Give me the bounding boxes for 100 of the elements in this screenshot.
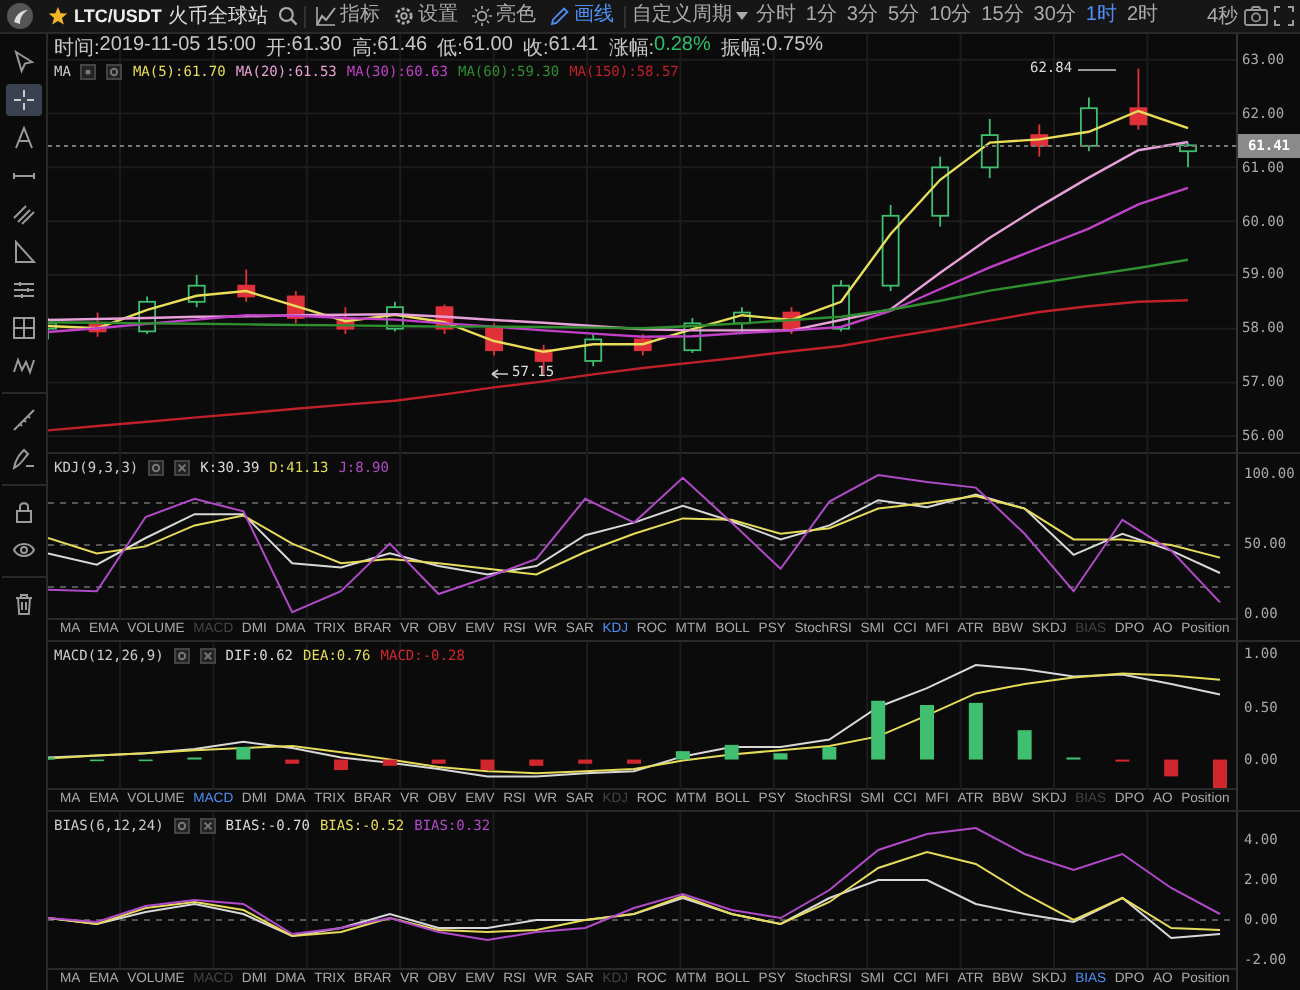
info-label: 低: <box>437 36 463 62</box>
candle <box>584 333 603 368</box>
info-value: 61.46 <box>377 34 428 60</box>
candle <box>782 306 801 335</box>
histogram-bar <box>480 759 495 771</box>
search-icon[interactable] <box>277 6 298 26</box>
exchange-name: 火币全球站 <box>167 3 268 30</box>
toolbar-button[interactable]: 设置 <box>389 6 462 26</box>
ruler-icon <box>11 408 35 432</box>
candle <box>733 306 751 335</box>
period-tab[interactable]: 1时 <box>1083 6 1119 26</box>
info-value: 0.75% <box>766 34 824 60</box>
period-tab[interactable]: 15分 <box>979 6 1026 26</box>
caret-icon <box>735 12 748 20</box>
candle <box>1129 67 1148 131</box>
trading-pair: LTC/USDT <box>74 6 162 26</box>
logo-icon <box>6 2 34 30</box>
toolbar-button[interactable]: 亮色 <box>467 6 540 26</box>
histogram-bar <box>920 705 934 760</box>
leader-line <box>1077 69 1117 71</box>
histogram-bar <box>724 744 739 760</box>
candle <box>633 333 652 357</box>
period-tab[interactable]: 30分 <box>1031 6 1078 26</box>
info-value: 61.30 <box>291 34 342 60</box>
candle <box>386 300 404 333</box>
pen-icon <box>11 446 35 470</box>
candle <box>237 268 256 303</box>
period-tab[interactable]: 分时 <box>753 6 798 26</box>
close-icon[interactable] <box>199 647 216 663</box>
candle <box>48 317 57 341</box>
parallel-lines-icon <box>11 202 35 226</box>
cursor-icon <box>11 50 35 74</box>
candle <box>88 311 107 338</box>
trash-icon <box>11 592 35 616</box>
period-tab[interactable]: 2时 <box>1124 6 1161 26</box>
crosshair-icon <box>11 88 35 112</box>
star-icon[interactable] <box>48 6 68 26</box>
info-value: 0.28% <box>654 34 711 60</box>
histogram-bar <box>431 759 446 764</box>
grid-icon <box>11 316 35 340</box>
histogram-bar <box>675 751 690 760</box>
toolbar-button[interactable]: 画线 <box>545 6 618 26</box>
histogram-bar <box>578 759 593 764</box>
candle <box>881 204 900 292</box>
candle <box>187 274 206 309</box>
histogram-bar <box>968 702 983 760</box>
histogram-bar <box>334 759 348 771</box>
text-tool-icon <box>11 126 35 150</box>
histogram-bar <box>529 759 544 766</box>
period-tab[interactable]: 3分 <box>844 6 880 26</box>
histogram-bar <box>285 759 300 764</box>
candle <box>336 306 355 335</box>
histogram-bar <box>871 700 886 760</box>
histogram-bar <box>1164 759 1179 777</box>
info-label: 涨幅: <box>608 37 655 62</box>
period-dropdown[interactable]: 自定义周期 <box>631 6 748 26</box>
info-label: 振幅: <box>720 36 767 62</box>
fullscreen-icon[interactable] <box>1274 6 1294 26</box>
candle <box>683 317 702 354</box>
lock-icon <box>11 500 35 524</box>
candle <box>931 155 950 228</box>
candle <box>286 290 305 325</box>
period-tab[interactable]: 10分 <box>927 6 974 26</box>
gear-icon <box>393 6 414 26</box>
camera-icon[interactable] <box>1244 6 1268 26</box>
candle <box>980 118 999 179</box>
info-value: 2019-11-05 15:00 <box>99 34 256 60</box>
histogram-bar <box>1017 730 1032 760</box>
histogram-bar <box>773 753 788 760</box>
histogram-bar <box>382 759 397 766</box>
wave-icon <box>11 354 35 378</box>
level-lines-icon <box>11 278 35 302</box>
settings-icon[interactable] <box>106 63 123 79</box>
candle <box>1079 96 1098 153</box>
period-tab[interactable]: 1分 <box>803 6 839 26</box>
info-value: 61.00 <box>462 34 513 60</box>
candle <box>1030 123 1049 158</box>
leader-line <box>491 369 509 379</box>
info-value: 61.41 <box>548 34 599 60</box>
sun-icon <box>471 6 492 26</box>
settings-icon[interactable] <box>173 817 190 833</box>
settings-icon[interactable] <box>148 459 165 475</box>
close-icon[interactable] <box>199 817 216 833</box>
info-label: 收: <box>522 36 549 62</box>
histogram-bar <box>1213 759 1227 788</box>
histogram-bar <box>627 759 641 764</box>
info-label: 开: <box>266 36 292 62</box>
period-tab[interactable]: 5分 <box>885 6 922 26</box>
chart-icon <box>315 6 336 26</box>
drawing-tool-button[interactable] <box>5 84 41 116</box>
pen-icon <box>549 6 570 26</box>
interval-label: 4秒 <box>1206 3 1238 30</box>
histogram-bar <box>236 746 251 760</box>
toolbar-button[interactable]: 指标 <box>311 6 384 26</box>
candle <box>485 322 503 357</box>
info-label: 时间: <box>54 35 100 62</box>
candle <box>435 303 454 335</box>
close-icon[interactable] <box>174 459 191 475</box>
info-label: 高: <box>351 35 378 62</box>
settings-icon[interactable] <box>173 647 190 663</box>
